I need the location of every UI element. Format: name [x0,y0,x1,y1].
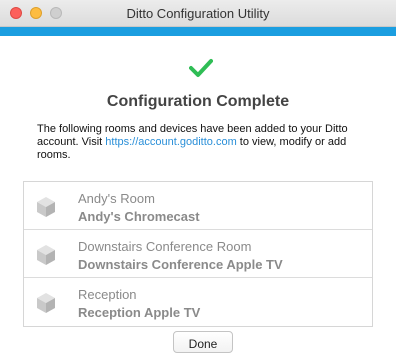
description-text: The following rooms and devices have bee… [37,123,367,162]
rooms-list: Andy's Room Andy's Chromecast Downstairs… [23,181,373,327]
device-name: Andy's Chromecast [78,209,200,224]
room-name: Downstairs Conference Room [78,239,252,254]
cube-icon [37,245,55,265]
window-title: Ditto Configuration Utility [126,6,270,21]
list-item: Reception Reception Apple TV [24,278,372,324]
accent-bar [0,27,396,36]
device-name: Reception Apple TV [78,305,201,320]
room-name: Andy's Room [78,191,155,206]
list-item: Downstairs Conference Room Downstairs Co… [24,230,372,278]
cube-icon [37,197,55,217]
title-bar: Ditto Configuration Utility [0,0,396,27]
page-title: Configuration Complete [106,93,290,110]
room-name: Reception [78,287,137,302]
account-link[interactable]: https://account.goditto.com [105,136,236,148]
cube-icon [37,293,55,313]
done-button[interactable]: Done [173,331,233,353]
checkmark-icon [189,59,213,77]
device-name: Downstairs Conference Apple TV [78,257,283,272]
list-item: Andy's Room Andy's Chromecast [24,182,372,230]
